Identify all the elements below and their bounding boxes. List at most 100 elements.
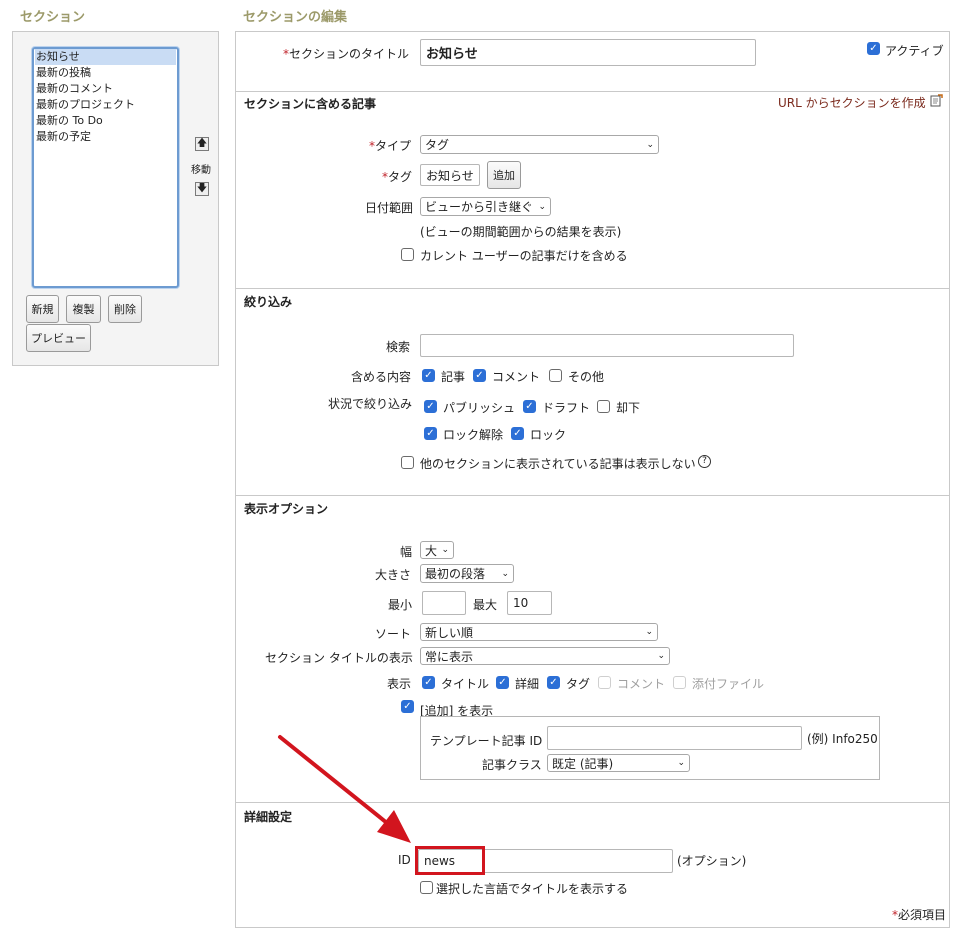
- chevron-down-icon: ⌄: [441, 545, 449, 555]
- tag-label: *タグ: [382, 170, 413, 184]
- move-down-button[interactable]: 🡇: [195, 182, 209, 196]
- editor-panel: *セクションのタイトル お知らせ ✓ アクティブ セクションに含める記事 URL…: [235, 31, 950, 928]
- include-articles-label: 記事: [441, 370, 466, 384]
- article-class-select[interactable]: 既定 (記事) ⌄: [547, 754, 690, 772]
- type-select[interactable]: タグ ⌄: [420, 135, 659, 154]
- status-publish-label: パブリッシュ: [443, 401, 516, 415]
- show-label: 表示: [387, 677, 412, 691]
- show-title-checkbox[interactable]: ✓: [422, 676, 435, 689]
- max-label: 最大: [473, 598, 498, 612]
- divider: [236, 288, 949, 289]
- include-other-checkbox[interactable]: [549, 369, 562, 382]
- chevron-down-icon: ⌄: [657, 651, 665, 661]
- show-comments-checkbox[interactable]: [598, 676, 611, 689]
- status-unlocked-label: ロック解除: [443, 428, 504, 442]
- id-highlight-box: [415, 846, 485, 875]
- chevron-down-icon: ⌄: [677, 758, 685, 768]
- show-comments-label: コメント: [617, 677, 666, 691]
- template-id-label: テンプレート記事 ID: [430, 734, 543, 748]
- url-create-link[interactable]: URL からセクションを作成: [778, 94, 926, 111]
- size-value: 最初の段落: [425, 567, 486, 581]
- required-note: *必須項目: [892, 908, 947, 922]
- date-range-value: ビューから引き継ぐ: [425, 200, 534, 214]
- move-up-button[interactable]: 🡅: [195, 137, 209, 151]
- hide-other-sections-checkbox[interactable]: [401, 456, 414, 469]
- date-range-select[interactable]: ビューから引き継ぐ ⌄: [420, 197, 551, 216]
- show-details-checkbox[interactable]: ✓: [496, 676, 509, 689]
- size-select[interactable]: 最初の段落 ⌄: [420, 564, 514, 583]
- tag-input[interactable]: お知らせ: [420, 164, 480, 186]
- status-publish-checkbox[interactable]: ✓: [424, 400, 437, 413]
- show-add-checkbox[interactable]: ✓: [401, 700, 414, 713]
- preview-button[interactable]: プレビュー: [26, 324, 91, 352]
- active-checkbox[interactable]: ✓: [867, 42, 880, 55]
- article-class-value: 既定 (記事): [552, 756, 614, 771]
- id-optional-note: (オプション): [677, 854, 747, 868]
- size-label: 大きさ: [375, 568, 412, 582]
- list-item[interactable]: 最新のコメント: [35, 81, 176, 97]
- show-details-label: 詳細: [515, 677, 540, 691]
- chevron-down-icon: ⌄: [645, 627, 653, 637]
- type-label: *タイプ: [369, 139, 412, 153]
- min-label: 最小: [388, 598, 413, 612]
- editor-heading: セクションの編集: [243, 10, 348, 25]
- title-input[interactable]: お知らせ: [420, 39, 756, 66]
- section-title-display-value: 常に表示: [425, 649, 474, 664]
- list-item[interactable]: 最新の予定: [35, 129, 176, 145]
- show-attachments-checkbox[interactable]: [673, 676, 686, 689]
- duplicate-button[interactable]: 複製: [66, 295, 101, 323]
- show-title-label: タイトル: [441, 677, 490, 691]
- status-draft-label: ドラフト: [542, 401, 591, 415]
- delete-button[interactable]: 削除: [108, 295, 142, 323]
- add-tag-button[interactable]: 追加: [487, 161, 521, 189]
- filter-section-title: 絞り込み: [244, 295, 293, 309]
- advanced-section-title: 詳細設定: [244, 810, 293, 824]
- status-rejected-label: 却下: [616, 401, 641, 415]
- date-range-note: (ビューの期間範囲からの結果を表示): [420, 225, 622, 239]
- hide-other-sections-label: 他のセクションに表示されている記事は表示しない: [420, 457, 696, 471]
- date-range-label: 日付範囲: [365, 201, 414, 215]
- move-label: 移動: [191, 165, 211, 176]
- template-id-input[interactable]: [547, 726, 802, 750]
- min-input[interactable]: [422, 591, 466, 615]
- chevron-down-icon: ⌄: [646, 139, 654, 150]
- lang-title-checkbox[interactable]: [420, 881, 433, 894]
- list-item[interactable]: お知らせ: [35, 49, 176, 65]
- width-value: 大: [425, 543, 438, 558]
- width-select[interactable]: 大 ⌄: [420, 541, 454, 559]
- search-input[interactable]: [420, 334, 794, 357]
- include-comments-checkbox[interactable]: ✓: [473, 369, 486, 382]
- chevron-down-icon: ⌄: [501, 568, 509, 579]
- max-input[interactable]: 10: [507, 591, 552, 615]
- divider: [236, 91, 949, 92]
- search-label: 検索: [386, 340, 411, 354]
- status-rejected-checkbox[interactable]: [597, 400, 610, 413]
- list-item[interactable]: 最新の To Do: [35, 113, 176, 129]
- display-section-title: 表示オプション: [244, 502, 329, 516]
- status-unlocked-checkbox[interactable]: ✓: [424, 427, 437, 440]
- section-title-display-label: セクション タイトルの表示: [265, 651, 413, 665]
- status-locked-checkbox[interactable]: ✓: [511, 427, 524, 440]
- current-user-label: カレント ユーザーの記事だけを含める: [420, 249, 628, 263]
- chevron-down-icon: ⌄: [538, 201, 546, 212]
- sections-listbox[interactable]: お知らせ 最新の投稿 最新のコメント 最新のプロジェクト 最新の To Do 最…: [32, 47, 179, 288]
- include-articles-checkbox[interactable]: ✓: [422, 369, 435, 382]
- list-item[interactable]: 最新のプロジェクト: [35, 97, 176, 113]
- status-draft-checkbox[interactable]: ✓: [523, 400, 536, 413]
- show-tags-checkbox[interactable]: ✓: [547, 676, 560, 689]
- section-title-display-select[interactable]: 常に表示 ⌄: [420, 647, 670, 665]
- lang-title-label: 選択した言語でタイトルを表示する: [436, 882, 629, 896]
- help-icon[interactable]: ?: [698, 455, 711, 468]
- include-other-label: その他: [568, 370, 605, 384]
- show-attachments-label: 添付ファイル: [692, 677, 765, 691]
- status-filter-label: 状況で絞り込み: [328, 397, 413, 411]
- current-user-checkbox[interactable]: [401, 248, 414, 261]
- type-value: タグ: [425, 138, 450, 152]
- sort-select[interactable]: 新しい順 ⌄: [420, 623, 658, 641]
- list-item[interactable]: 最新の投稿: [35, 65, 176, 81]
- edit-note-icon[interactable]: [930, 94, 943, 107]
- include-label: 含める内容: [351, 370, 412, 384]
- title-label: *セクションのタイトル: [283, 47, 410, 61]
- articles-section-title: セクションに含める記事: [244, 97, 377, 111]
- new-button[interactable]: 新規: [26, 295, 59, 323]
